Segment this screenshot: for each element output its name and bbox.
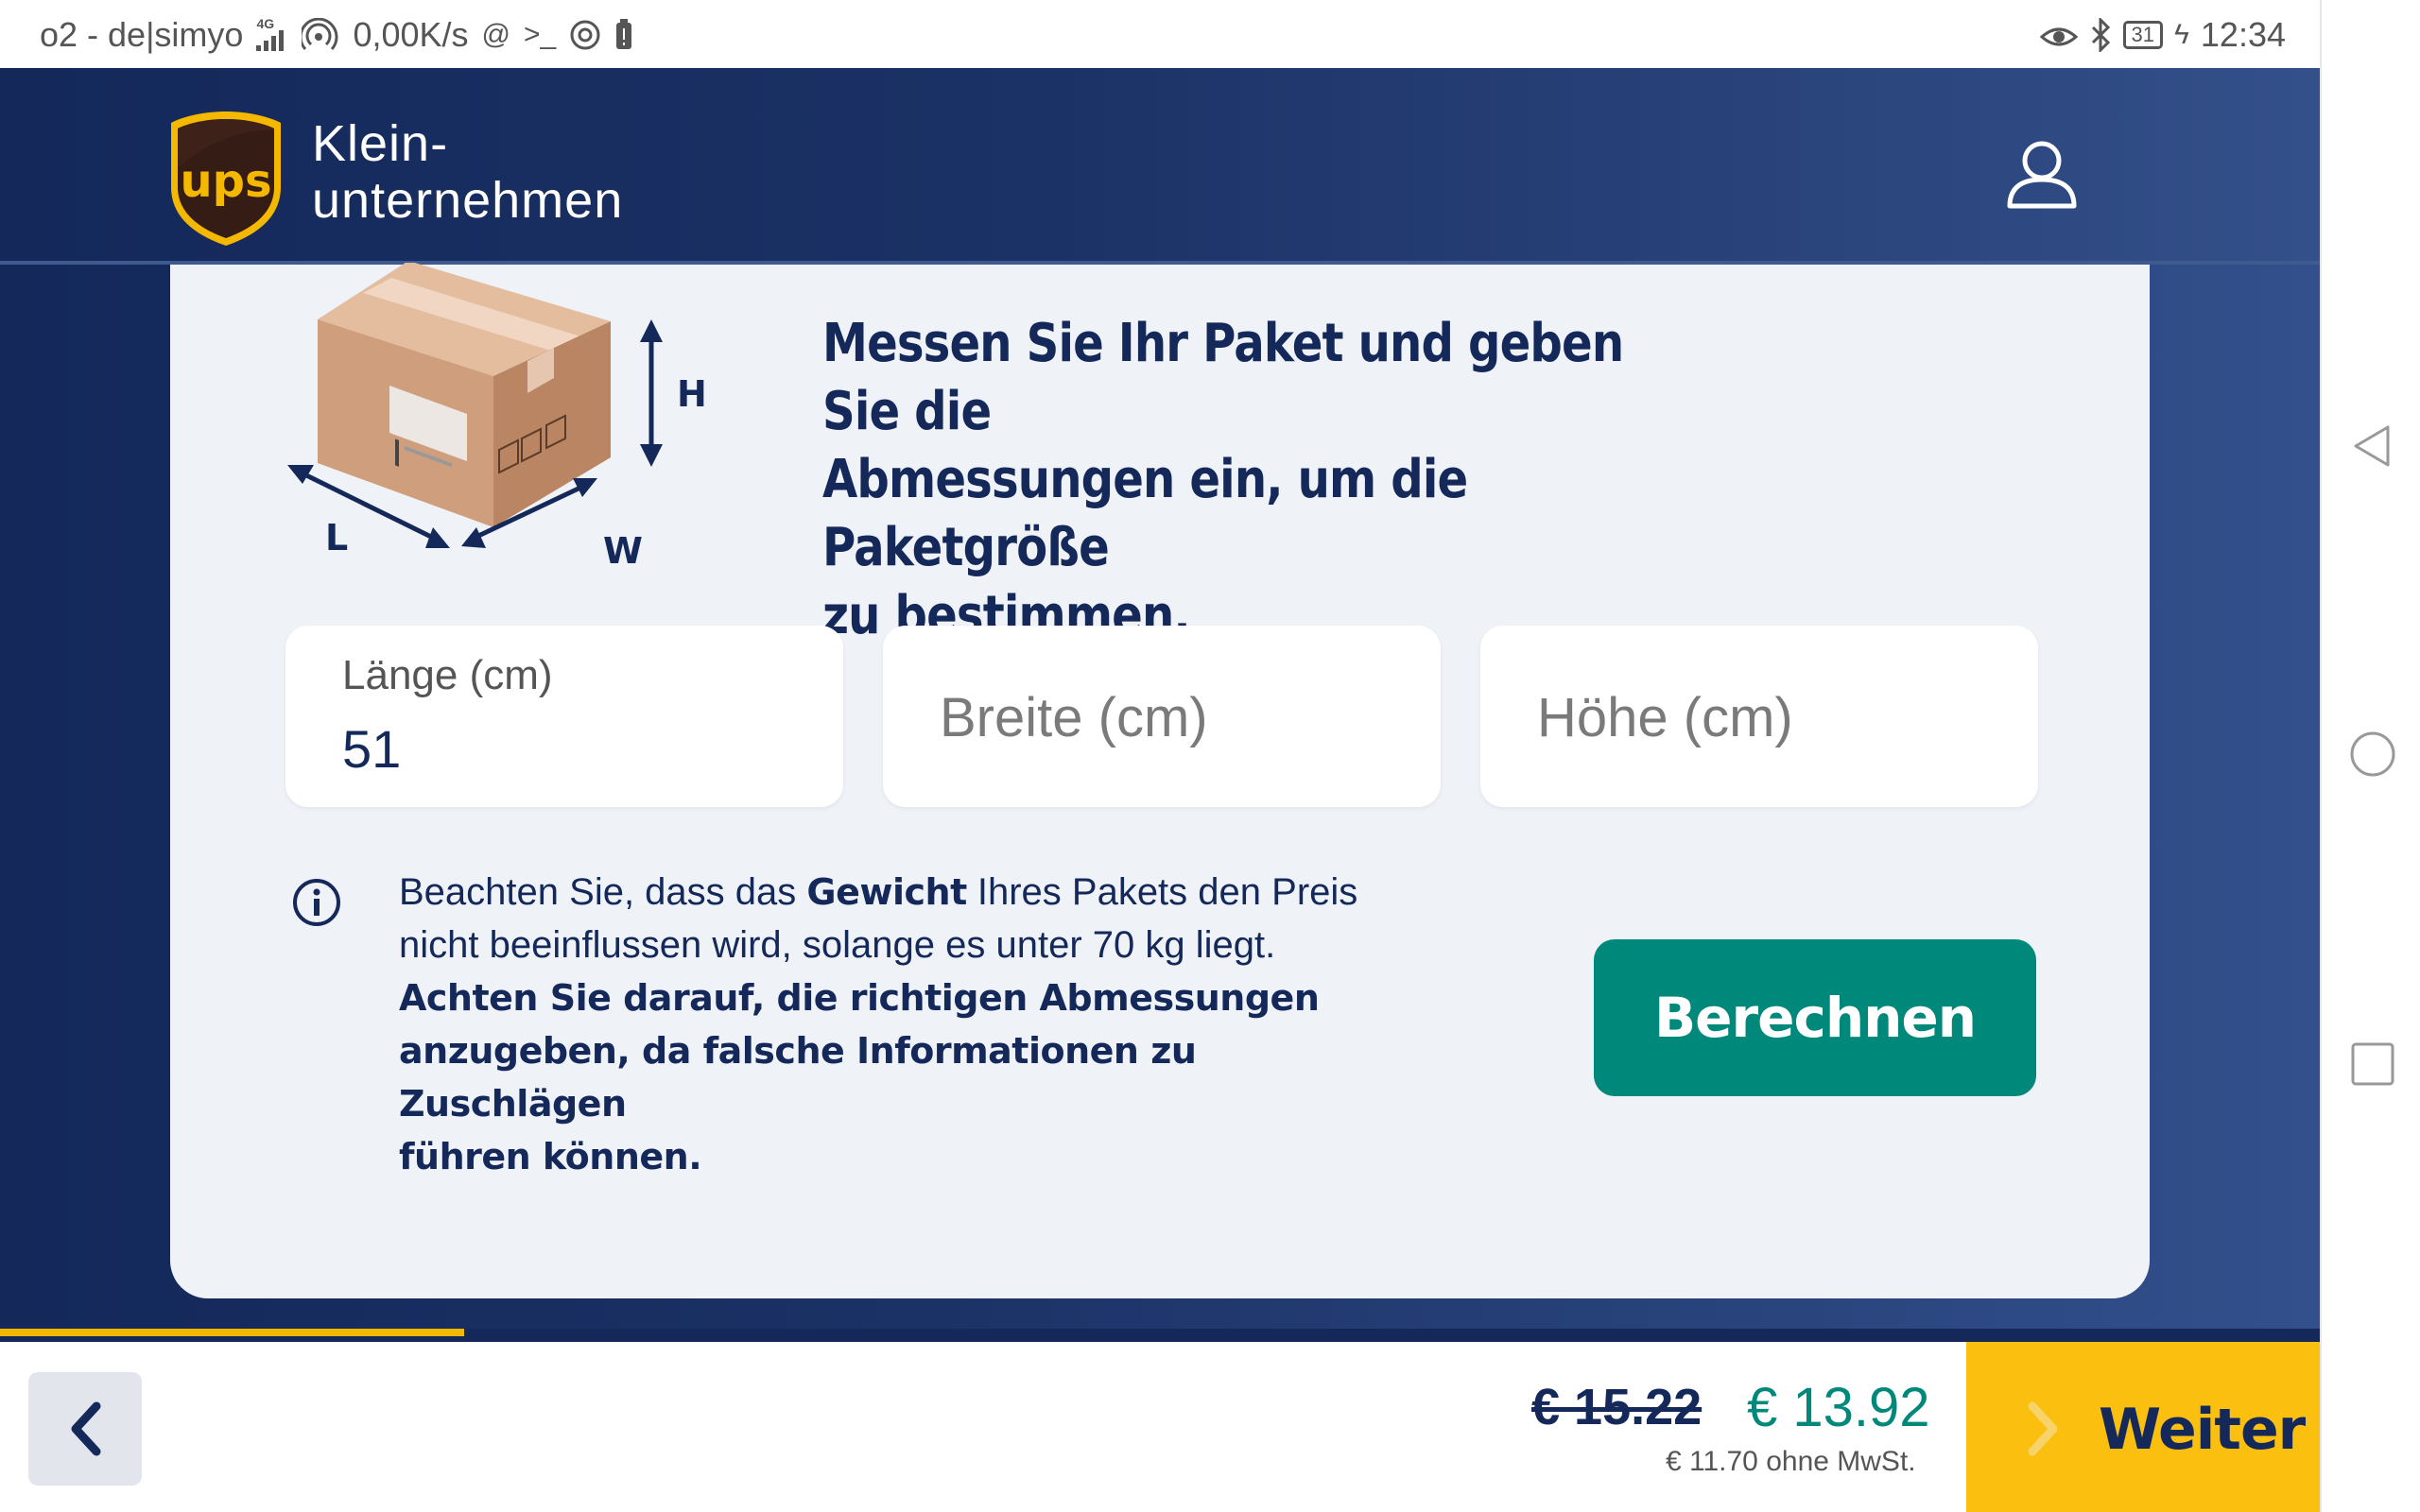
height-field[interactable]: Höhe (cm) [1480,626,2038,807]
ups-logo-text: ups [180,155,271,208]
at-icon: @ [481,19,510,50]
dimension-label-w: W [603,530,643,572]
headline-line-2: Abmessungen ein, um die Paketgröße [822,449,1468,578]
carrier-text: o2 - de|simyo [40,15,244,54]
instruction-headline: Messen Sie Ihr Paket und geben Sie die A… [822,310,1635,650]
info-bold-line-3: führen können. [399,1136,702,1177]
next-button[interactable]: Weiter [1966,1342,2320,1512]
bluetooth-icon [2091,18,2110,52]
current-price: € 13.92 [1747,1377,1930,1438]
progress-bar [0,1329,2320,1342]
user-icon[interactable] [2004,138,2080,210]
width-placeholder: Breite (cm) [940,687,1208,748]
info-warning: Achten Sie darauf, die richtigen Abmessu… [399,971,1420,1183]
info-bold-line-2: anzugeben, da falsche Informationen zu Z… [399,1030,1197,1125]
width-field[interactable]: Breite (cm) [883,626,1441,807]
info-line-1: Beachten Sie, dass das Gewicht Ihres Pak… [399,866,1420,919]
nav-recents-icon[interactable] [2348,1040,2397,1089]
terminal-icon: >_ [524,19,557,50]
clock-text: 12:34 [2200,15,2286,54]
old-price: € 15.22 [1531,1379,1703,1435]
headline-line-1: Messen Sie Ihr Paket und geben Sie die [822,313,1624,442]
height-placeholder: Höhe (cm) [1537,687,1793,748]
eye-comfort-icon [2039,27,2078,46]
brand-title: Klein- unternehmen [312,115,623,229]
dimension-label-h: H [677,373,707,415]
info-line-1-a: Beachten Sie, dass das [399,871,807,913]
net-price: € 11.70 ohne MwSt. [1666,1446,1916,1477]
nav-back-icon[interactable] [2348,421,2397,471]
length-value[interactable]: 51 [342,718,401,780]
battery-level: 31 [2131,23,2155,46]
weight-info-text: Beachten Sie, dass das Gewicht Ihres Pak… [399,866,1420,1183]
package-illustration: H L W [287,263,707,572]
info-line-2: nicht beeinflussen wird, solange es unte… [399,924,1276,966]
info-line-1-bold: Gewicht [806,871,967,913]
info-line-1-b: Ihres Pakets den Preis [966,871,1358,913]
system-nav-bar [2320,0,2420,1512]
next-label: Weiter [2099,1397,2306,1463]
length-label: Länge (cm) [342,652,553,698]
charging-icon: ϟ [2174,19,2189,50]
length-field[interactable]: Länge (cm) 51 [285,626,843,807]
app-screen: o2 - de|simyo 4G 0,00K/s @ >_ 31 ϟ 12:34… [0,0,2420,1512]
network-type-text: 4G [256,15,275,31]
brand-line-2: unternehmen [312,172,624,229]
back-chevron-icon [71,1401,101,1456]
progress-fill [0,1329,464,1336]
ups-logo[interactable]: ups [168,110,284,248]
info-bold-line-1: Achten Sie darauf, die richtigen Abmessu… [399,977,1320,1019]
calculate-button[interactable]: Berechnen [1594,939,2036,1096]
speed-text: 0,00K/s [353,15,469,54]
nfc-icon [570,20,600,50]
battery-icon: 31 [2122,21,2164,49]
brand-line-1: Klein- [312,115,449,172]
next-chevron-icon [2028,1401,2058,1456]
hotspot-icon [302,18,338,51]
nav-home-icon[interactable] [2348,730,2397,779]
info-icon [293,879,340,926]
alert-battery-icon [616,19,632,49]
status-bar: o2 - de|simyo 4G 0,00K/s @ >_ 31 ϟ 12:34 [0,0,2320,68]
dimension-label-l: L [325,517,348,558]
back-button[interactable] [28,1372,142,1486]
signal-icon: 4G [256,17,288,54]
